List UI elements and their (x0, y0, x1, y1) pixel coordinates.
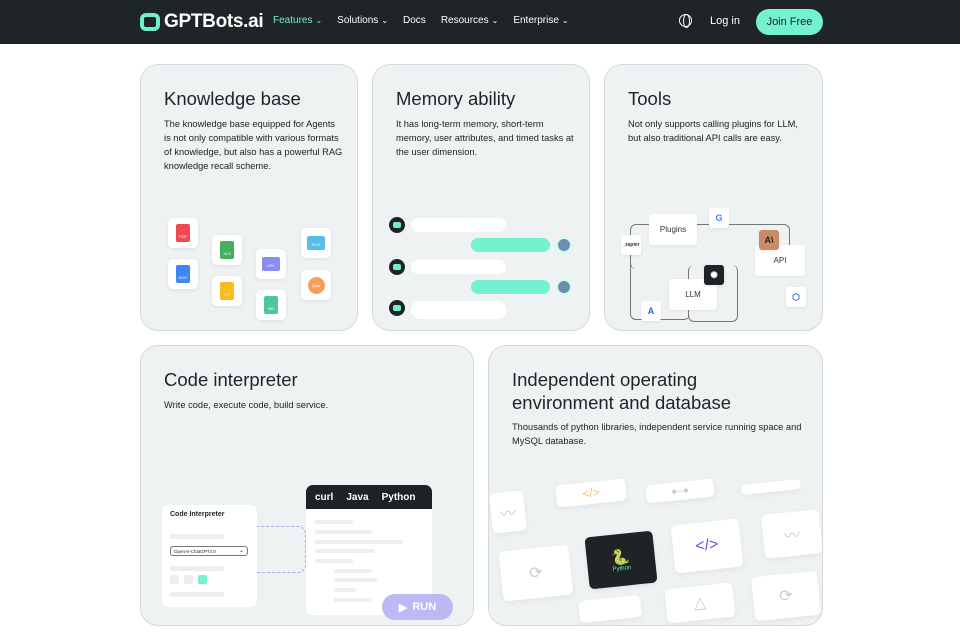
brand-logo[interactable]: GPTBots.ai (140, 11, 264, 33)
bot-message (411, 218, 506, 232)
user-avatar (556, 279, 572, 295)
bot-avatar-icon (389, 259, 405, 275)
xls-file-icon: XLS (212, 235, 242, 265)
play-icon: ▶ (398, 601, 408, 614)
card-description: The knowledge base equipped for Agents i… (164, 119, 343, 171)
qa-file-icon: Q&A (301, 270, 331, 300)
card-title: Memory ability (396, 88, 516, 109)
globe-icon[interactable] (679, 14, 692, 28)
placeholder-line (170, 592, 224, 597)
option-box[interactable] (170, 575, 179, 584)
chevron-down-icon: ⌄ (315, 16, 323, 25)
code-line (315, 559, 353, 563)
card-description: Not only supports calling plugins for LL… (628, 119, 799, 143)
language-tabs: curl Java Python (306, 485, 432, 509)
model-select[interactable]: OpenAI-ChatGPT4.0 ⌄ (170, 546, 248, 556)
cube-icon: ⬡ (786, 287, 806, 307)
chevron-down-icon: ⌄ (381, 16, 389, 25)
code-line (334, 598, 372, 602)
connect-icon: ●–● (645, 478, 715, 504)
user-message (471, 238, 550, 252)
connector (256, 526, 306, 573)
card-knowledge-base: Knowledge base The knowledge base equipp… (140, 64, 358, 331)
nav-enterprise[interactable]: Enterprise ⌄ (513, 15, 568, 26)
chart-icon: 〰 (760, 509, 822, 559)
tab-java[interactable]: Java (346, 492, 368, 503)
option-box-selected[interactable] (198, 575, 207, 584)
logo-icon (140, 13, 160, 31)
placeholder-line (170, 566, 224, 571)
chevron-down-icon: ⌄ (491, 16, 499, 25)
sync-icon: ⟳ (498, 544, 574, 602)
code-interpreter-panel: Code Interpreter OpenAI-ChatGPT4.0 ⌄ (162, 505, 257, 607)
card-tools: Tools Not only supports calling plugins … (604, 64, 823, 331)
nav-resources[interactable]: Resources ⌄ (441, 15, 499, 26)
placeholder-line (170, 534, 224, 539)
top-nav: GPTBots.ai Features ⌄ Solutions ⌄ Docs Res… (0, 0, 960, 44)
chevron-down-icon: ⌄ (561, 16, 569, 25)
network-icon: △ (664, 582, 736, 624)
doc-file-icon: DOC (168, 259, 198, 289)
card-title: Code interpreter (164, 369, 298, 390)
run-button[interactable]: ▶ RUN (382, 594, 453, 620)
card-code-interpreter: Code interpreter Write code, execute cod… (140, 345, 474, 626)
code-monitor-icon: </> (555, 478, 627, 508)
bot-avatar-icon (389, 300, 405, 316)
python-label: Python (612, 564, 632, 573)
azure-icon: A (641, 301, 661, 321)
plugins-node: Plugins (649, 214, 697, 245)
python-tile: 🐍 Python (584, 530, 658, 590)
card-operating-environment: Independent operating environment and da… (488, 345, 823, 626)
user-avatar (556, 237, 572, 253)
anthropic-icon: A\ (759, 230, 779, 250)
google-icon: G (709, 208, 729, 228)
panel-title: Code Interpreter (170, 511, 225, 518)
main-menu: Features ⌄ Solutions ⌄ Docs Resources ⌄ Ent… (273, 15, 569, 26)
tile (740, 478, 802, 496)
tile (578, 594, 642, 624)
code-monitor-icon: </> (670, 518, 744, 574)
pdf-file-icon: PDF (168, 218, 198, 248)
tab-curl[interactable]: curl (315, 492, 333, 503)
python-icon: 🐍 (610, 548, 631, 567)
user-message (471, 280, 550, 294)
join-free-button[interactable]: Join Free (756, 9, 823, 35)
code-line (334, 588, 356, 592)
chevron-down-icon: ⌄ (238, 548, 244, 554)
brand-name: GPTBots.ai (164, 11, 264, 32)
card-title: Knowledge base (164, 88, 301, 109)
environment-illustration: 〰 </> ●–● ⟳ 🐍 Python </> 〰 △ ⟳ (489, 478, 822, 625)
md-file-icon: MD (256, 290, 286, 320)
nav-solutions[interactable]: Solutions ⌄ (337, 15, 388, 26)
login-link[interactable]: Log in (710, 15, 740, 27)
nav-docs[interactable]: Docs (403, 15, 426, 26)
folder-file-icon: FILE (301, 228, 331, 258)
card-title: Independent operating environment and da… (512, 369, 732, 413)
bot-message (411, 260, 506, 274)
card-description: Thousands of python libraries, independe… (512, 422, 802, 446)
code-line (315, 520, 353, 524)
code-line (315, 549, 375, 553)
zapier-icon: _zapier (621, 235, 641, 255)
bot-message (411, 301, 506, 319)
sync-icon: ⟳ (750, 570, 822, 622)
openai-icon: ✺ (704, 265, 724, 285)
txt-file-icon: TXT (212, 276, 242, 306)
nav-features[interactable]: Features ⌄ (273, 15, 322, 26)
option-box[interactable] (184, 575, 193, 584)
tab-python[interactable]: Python (382, 492, 416, 503)
card-memory-ability: Memory ability It has long-term memory, … (372, 64, 590, 331)
code-line (334, 578, 377, 582)
url-file-icon: URL (256, 249, 286, 279)
chart-icon: 〰 (489, 490, 527, 534)
bot-avatar-icon (389, 217, 405, 233)
card-title: Tools (628, 88, 672, 109)
code-line (315, 530, 372, 534)
code-line (315, 540, 403, 544)
card-description: Write code, execute code, build service. (164, 400, 329, 410)
code-line (334, 569, 372, 573)
card-description: It has long-term memory, short-term memo… (396, 119, 574, 157)
